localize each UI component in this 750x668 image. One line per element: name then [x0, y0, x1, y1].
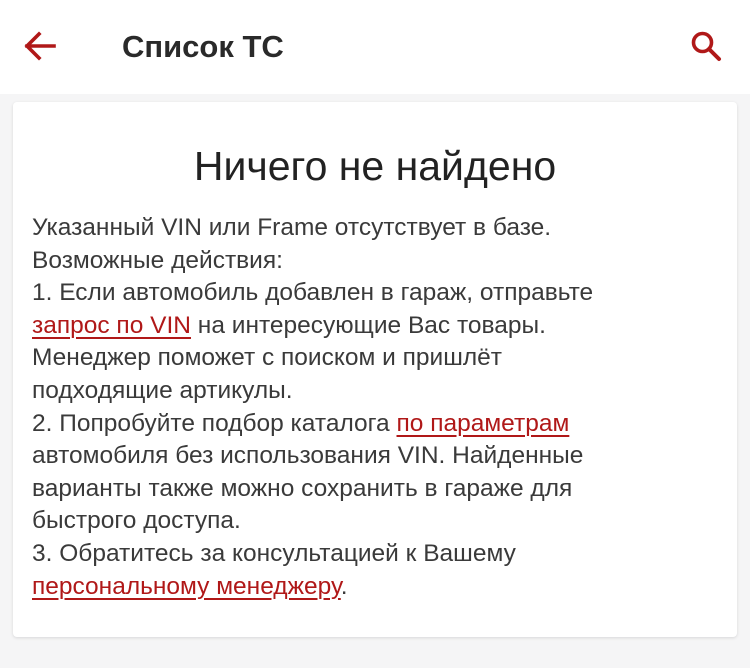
app-header: Список ТС	[0, 0, 750, 94]
back-button[interactable]	[14, 22, 66, 70]
message-line: запрос по VIN на интересующие Вас товары…	[32, 310, 722, 343]
card-title: Ничего не найдено	[193, 143, 557, 189]
search-icon	[691, 31, 721, 61]
personal-manager-link[interactable]: персональному менеджеру	[32, 573, 341, 600]
page-title: Список ТС	[122, 29, 284, 64]
message-line: Возможные действия:	[32, 246, 283, 274]
message-line: подходящие артикулы.	[32, 376, 293, 404]
vin-request-link[interactable]: запрос по VIN	[32, 312, 191, 339]
message-text: на интересующие Вас товары.	[190, 311, 546, 339]
message-line: быстрого доступа.	[32, 507, 241, 535]
search-button[interactable]	[680, 22, 732, 70]
message-line: 1. Если автомобиль добавлен в гараж, отп…	[32, 279, 594, 307]
not-found-card: Ничего не найдено Указанный VIN или Fram…	[13, 102, 737, 637]
message-line: варианты также можно сохранить в гараже …	[32, 474, 573, 502]
message-line: персональному менеджеру.	[32, 571, 722, 604]
message-line: 3. Обратитесь за консультацией к Вашему	[32, 539, 516, 567]
message-line: автомобиля без использования VIN. Найден…	[32, 442, 584, 470]
message-line: Менеджер поможет с поиском и пришлёт	[32, 344, 503, 372]
message-text: .	[340, 572, 348, 600]
card-body: Указанный VIN или Frame отсутствует в ба…	[32, 212, 722, 603]
arrow-left-icon	[24, 31, 56, 61]
message-line: 2. Попробуйте подбор каталога по парамет…	[32, 408, 722, 441]
by-parameters-link[interactable]: по параметрам	[397, 410, 570, 437]
message-text: 2. Попробуйте подбор каталога	[32, 409, 397, 437]
message-line: Указанный VIN или Frame отсутствует в ба…	[32, 214, 552, 241]
